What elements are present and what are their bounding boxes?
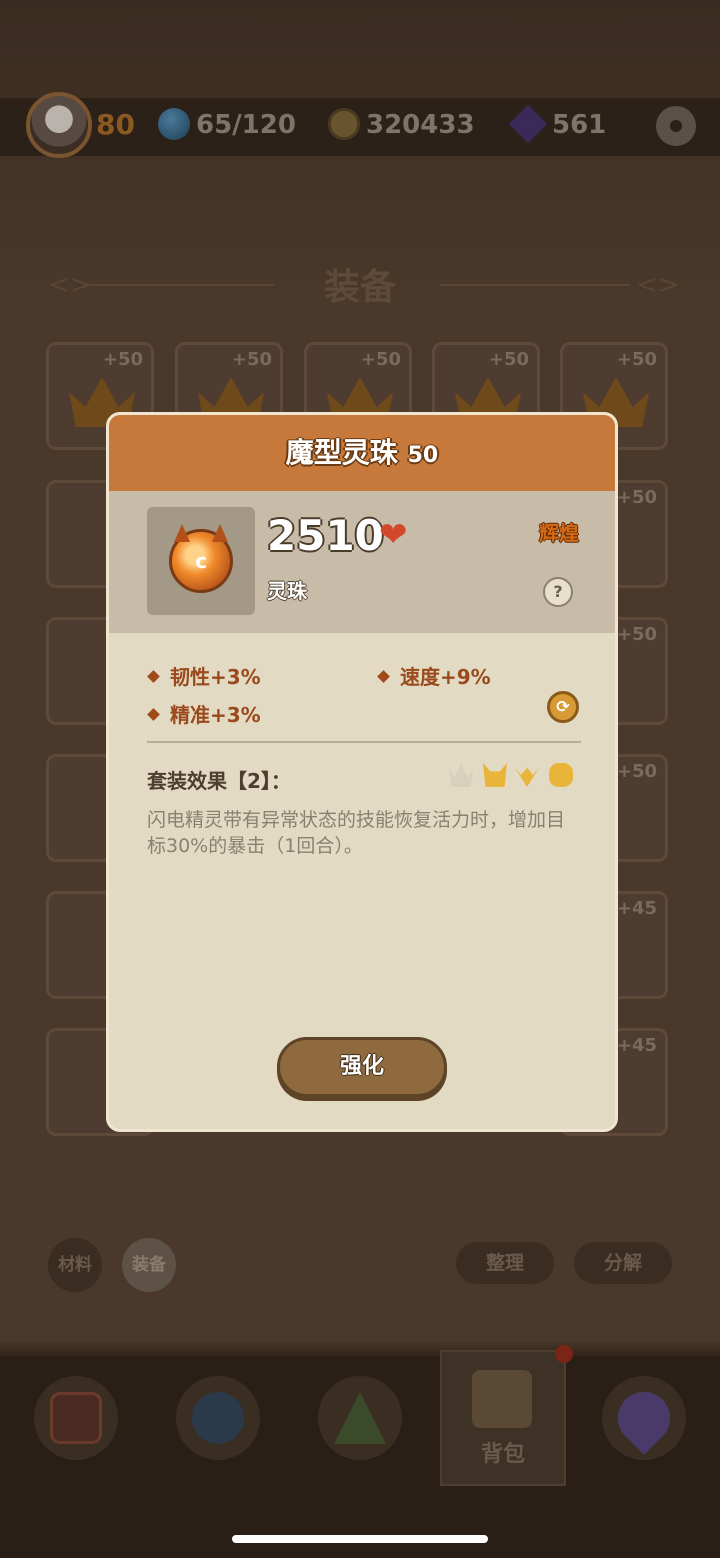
set-orb-icon <box>549 763 573 787</box>
settings-gear-icon[interactable] <box>656 106 696 146</box>
modal-header: 魔型灵珠 50 <box>109 415 615 491</box>
reroll-icon[interactable]: ⟳ <box>547 691 579 723</box>
player-level: 80 <box>96 108 135 141</box>
item-detail-modal: 魔型灵珠 50 c 2510 ❤ 辉煌 灵珠 ? 韧性+3% 速度+9% 精准+… <box>106 412 618 1132</box>
backpack-icon <box>472 1370 532 1428</box>
help-icon[interactable]: ? <box>543 577 573 607</box>
slot-level: +50 <box>616 761 657 782</box>
slot-level: +50 <box>616 349 657 370</box>
stat-speed: 速度+9% <box>377 661 491 690</box>
sort-button[interactable]: 整理 <box>456 1242 554 1284</box>
notification-dot <box>555 1345 573 1363</box>
nav-adventure[interactable] <box>318 1376 402 1460</box>
item-type: 灵珠 <box>267 579 307 603</box>
item-name: 魔型灵珠 <box>285 436 398 469</box>
slot-level: +50 <box>488 349 529 370</box>
battle-screen-icon <box>50 1392 102 1444</box>
nav-bag-label: 背包 <box>480 1442 525 1467</box>
player-avatar[interactable] <box>26 92 92 158</box>
enhance-button[interactable]: 强化 <box>277 1037 447 1097</box>
gem-value: 561 <box>552 110 607 140</box>
stamina-drop-icon <box>158 108 190 140</box>
set-effect-description: 闪电精灵带有异常状态的技能恢复活力时，增加目标30%的暴击（1回合）。 <box>147 809 566 857</box>
decompose-button[interactable]: 分解 <box>574 1242 672 1284</box>
stat-toughness: 韧性+3% <box>147 661 261 690</box>
slot-level: +50 <box>231 349 272 370</box>
slot-level: +50 <box>616 624 657 645</box>
coin-icon <box>328 108 360 140</box>
slot-level: +50 <box>102 349 143 370</box>
item-power: 2510 <box>267 511 384 560</box>
mountain-icon <box>334 1392 386 1444</box>
vortex-icon <box>192 1392 244 1444</box>
item-icon-frame: c <box>147 507 255 615</box>
diamond-bullet-icon <box>147 708 160 721</box>
diamond-bullet-icon <box>377 670 390 683</box>
right-ornament-icon: <> <box>636 270 680 300</box>
home-indicator[interactable] <box>232 1535 488 1543</box>
tab-materials[interactable]: 材料 <box>48 1238 102 1292</box>
nav-summon[interactable] <box>176 1376 260 1460</box>
set-wing-icon <box>515 767 539 787</box>
map-pin-icon <box>607 1381 681 1455</box>
nav-map[interactable] <box>602 1376 686 1460</box>
item-rarity: 辉煌 <box>539 521 579 545</box>
slot-level: +50 <box>360 349 401 370</box>
stat-accuracy: 精准+3% <box>147 699 261 728</box>
slot-level: +45 <box>616 1035 657 1056</box>
set-crown-icon <box>449 763 473 787</box>
item-summary: c 2510 ❤ 辉煌 灵珠 ? <box>109 491 615 633</box>
spirit-orb-icon: c <box>169 529 233 593</box>
slot-level: +45 <box>616 898 657 919</box>
item-level: 50 <box>407 443 439 468</box>
heart-icon[interactable]: ❤ <box>379 515 408 555</box>
header-divider-right <box>440 284 630 286</box>
set-horn-icon <box>483 763 507 787</box>
slot-level: +50 <box>616 487 657 508</box>
tab-equipment[interactable]: 装备 <box>122 1238 176 1292</box>
diamond-bullet-icon <box>147 670 160 683</box>
nav-battle[interactable] <box>34 1376 118 1460</box>
coin-value: 320433 <box>366 110 475 140</box>
set-effect-title: 套装效果【2】： <box>147 769 291 793</box>
divider <box>147 741 581 743</box>
stamina-value: 65/120 <box>196 110 296 140</box>
